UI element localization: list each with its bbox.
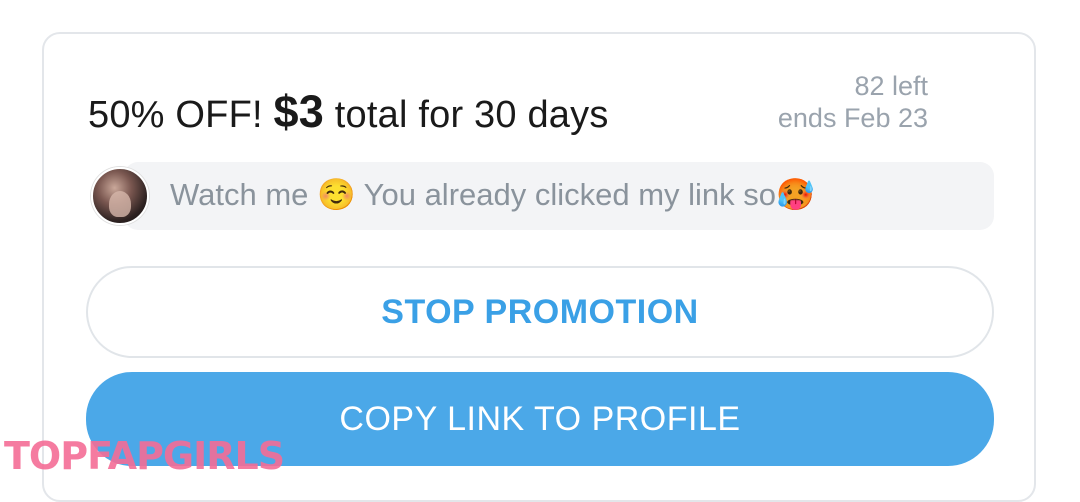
offer-duration: total for 30 days: [334, 94, 609, 136]
stop-promotion-button[interactable]: STOP PROMOTION: [86, 266, 994, 358]
message-text: Watch me ☺️ You already clicked my link …: [170, 177, 815, 212]
offer-meta: 82 left ends Feb 23: [778, 70, 928, 134]
watermark: TOPFAPGIRLS: [4, 434, 285, 478]
offer-remaining: 82 left: [854, 71, 928, 101]
avatar: [91, 167, 149, 225]
offer-discount: 50% OFF!: [88, 94, 263, 136]
offer-ends: ends Feb 23: [777, 103, 928, 133]
offer-title: 50% OFF! $3 total for 30 days: [88, 86, 609, 138]
offer-price: $3: [273, 86, 324, 137]
promotion-message: Watch me ☺️ You already clicked my link …: [88, 162, 994, 230]
offer-header: 50% OFF! $3 total for 30 days 82 left en…: [88, 71, 948, 138]
message-bubble: Watch me ☺️ You already clicked my link …: [124, 162, 994, 230]
